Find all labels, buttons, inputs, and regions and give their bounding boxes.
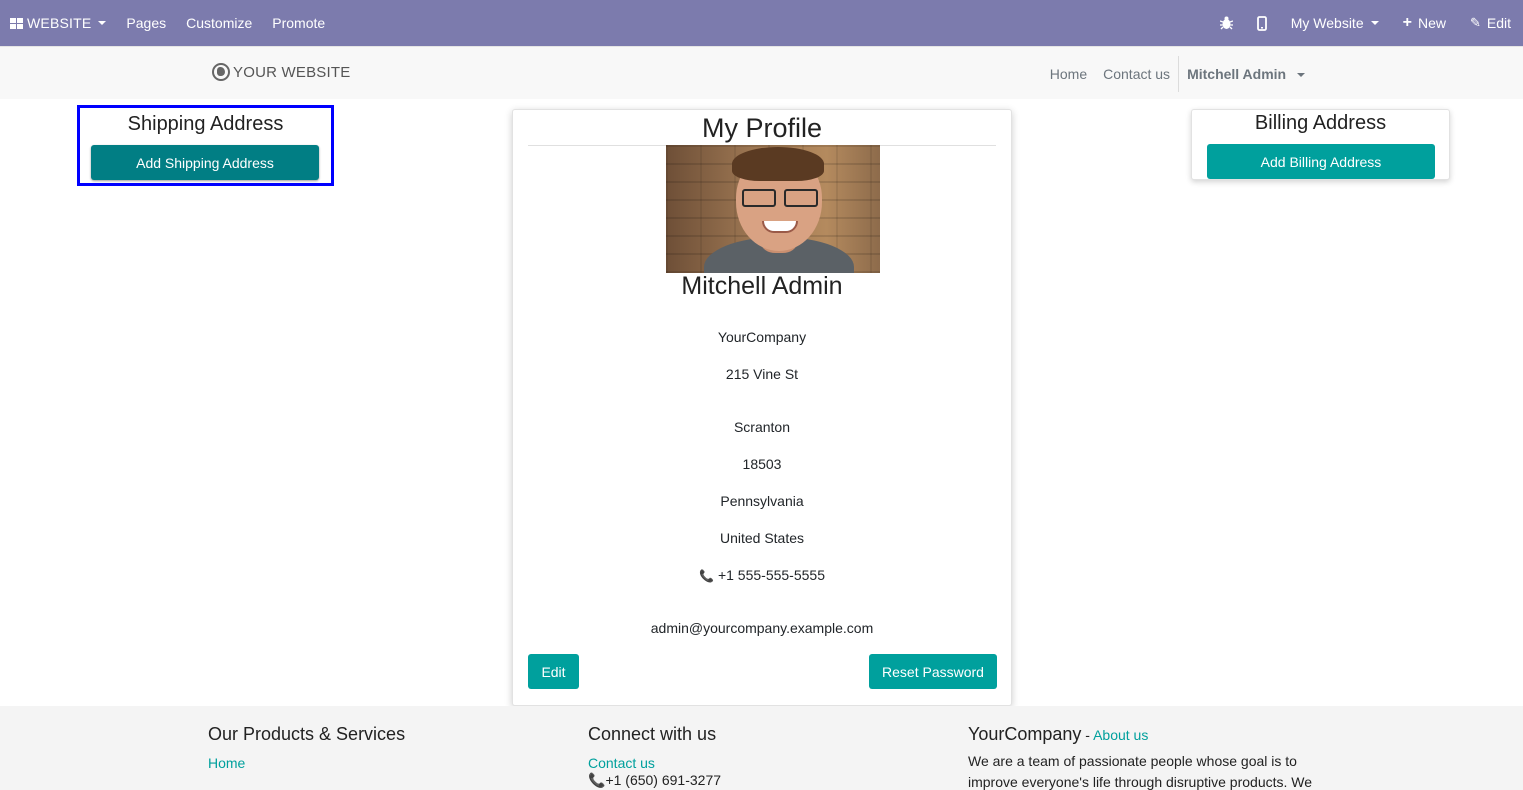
site-footer: Our Products & Services Home Connect wit… xyxy=(0,706,1523,790)
footer-company-name: YourCompany xyxy=(968,724,1082,744)
mobile-preview-icon[interactable] xyxy=(1245,0,1279,46)
nav-home[interactable]: Home xyxy=(1042,66,1095,82)
caret-down-icon xyxy=(1370,21,1379,25)
footer-contact-link[interactable]: Contact us xyxy=(588,755,938,771)
edit-profile-button[interactable]: Edit xyxy=(528,654,579,689)
footer-connect-column: Connect with us Contact us 📞+1 (650) 691… xyxy=(588,724,938,789)
profile-street: 215 Vine St xyxy=(725,366,799,382)
footer-connect-title: Connect with us xyxy=(588,724,717,744)
profile-phone-value: +1 555-555-5555 xyxy=(717,567,825,583)
menu-promote[interactable]: Promote xyxy=(262,0,335,46)
apps-menu-label: WEBSITE xyxy=(27,15,92,31)
add-shipping-address-button[interactable]: Add Shipping Address xyxy=(91,145,319,180)
edit-button-label: Edit xyxy=(1486,15,1511,31)
phone-icon: 📞 xyxy=(699,569,714,583)
caret-down-icon xyxy=(98,21,107,25)
footer-company-column: YourCompany - About us We are a team of … xyxy=(968,724,1318,790)
profile-avatar xyxy=(666,145,880,273)
site-logo[interactable]: YOUR WEBSITE xyxy=(212,63,350,81)
plus-icon: + xyxy=(1402,14,1412,31)
footer-company-text: We are a team of passionate people whose… xyxy=(968,753,1313,790)
debug-bug-icon[interactable] xyxy=(1208,0,1245,46)
site-nav: Home Contact us Mitchell Admin xyxy=(1042,47,1313,100)
new-button[interactable]: + New xyxy=(1391,0,1458,46)
profile-phone: 📞 +1 555-555-5555 xyxy=(513,567,1011,583)
footer-about-link[interactable]: About us xyxy=(1093,727,1148,743)
edit-button[interactable]: ✎ Edit xyxy=(1458,0,1523,46)
admin-navbar: WEBSITE Pages Customize Promote My Websi… xyxy=(0,0,1523,46)
profile-card: My Profile Mitchell Admin YourCompany 21… xyxy=(512,109,1012,706)
user-menu[interactable]: Mitchell Admin xyxy=(1179,66,1313,82)
user-name: Mitchell Admin xyxy=(1187,65,1287,82)
profile-email: admin@yourcompany.example.com xyxy=(650,620,874,636)
reset-password-button[interactable]: Reset Password xyxy=(869,654,997,689)
globe-icon xyxy=(212,63,230,81)
shipping-address-title: Shipping Address xyxy=(127,113,284,135)
profile-city: Scranton xyxy=(733,419,791,435)
caret-down-icon xyxy=(1297,72,1305,77)
pencil-icon: ✎ xyxy=(1469,15,1481,30)
new-button-label: New xyxy=(1417,15,1446,31)
site-header: YOUR WEBSITE Home Contact us Mitchell Ad… xyxy=(0,46,1523,99)
footer-products-column: Our Products & Services Home xyxy=(208,724,405,771)
menu-pages[interactable]: Pages xyxy=(116,0,176,46)
profile-state: Pennsylvania xyxy=(720,493,804,509)
footer-phone: 📞+1 (650) 691-3277 xyxy=(588,771,938,789)
footer-home-link[interactable]: Home xyxy=(208,755,405,771)
profile-title: My Profile xyxy=(701,113,823,143)
apps-grid-icon xyxy=(10,17,23,29)
shipping-address-card: Shipping Address Add Shipping Address xyxy=(77,105,334,186)
apps-menu-button[interactable]: WEBSITE xyxy=(0,0,116,46)
profile-country: United States xyxy=(719,530,805,546)
billing-address-title: Billing Address xyxy=(1254,112,1387,134)
profile-name: Mitchell Admin xyxy=(681,272,843,300)
footer-phone-value: +1 (650) 691-3277 xyxy=(605,772,722,788)
footer-products-title: Our Products & Services xyxy=(208,724,406,744)
footer-separator: - xyxy=(1081,727,1094,743)
nav-contact-us[interactable]: Contact us xyxy=(1095,66,1178,82)
footer-company-title: YourCompany - About us xyxy=(968,724,1318,745)
billing-address-card: Billing Address Add Billing Address xyxy=(1191,109,1450,180)
profile-company: YourCompany xyxy=(717,329,807,345)
website-selector-label: My Website xyxy=(1290,15,1364,31)
menu-customize[interactable]: Customize xyxy=(176,0,262,46)
website-selector[interactable]: My Website xyxy=(1279,0,1391,46)
logo-text: YOUR WEBSITE xyxy=(233,63,351,81)
add-billing-address-button[interactable]: Add Billing Address xyxy=(1207,144,1435,179)
phone-icon: 📞 xyxy=(588,772,606,788)
profile-zip: 18503 xyxy=(742,456,782,472)
